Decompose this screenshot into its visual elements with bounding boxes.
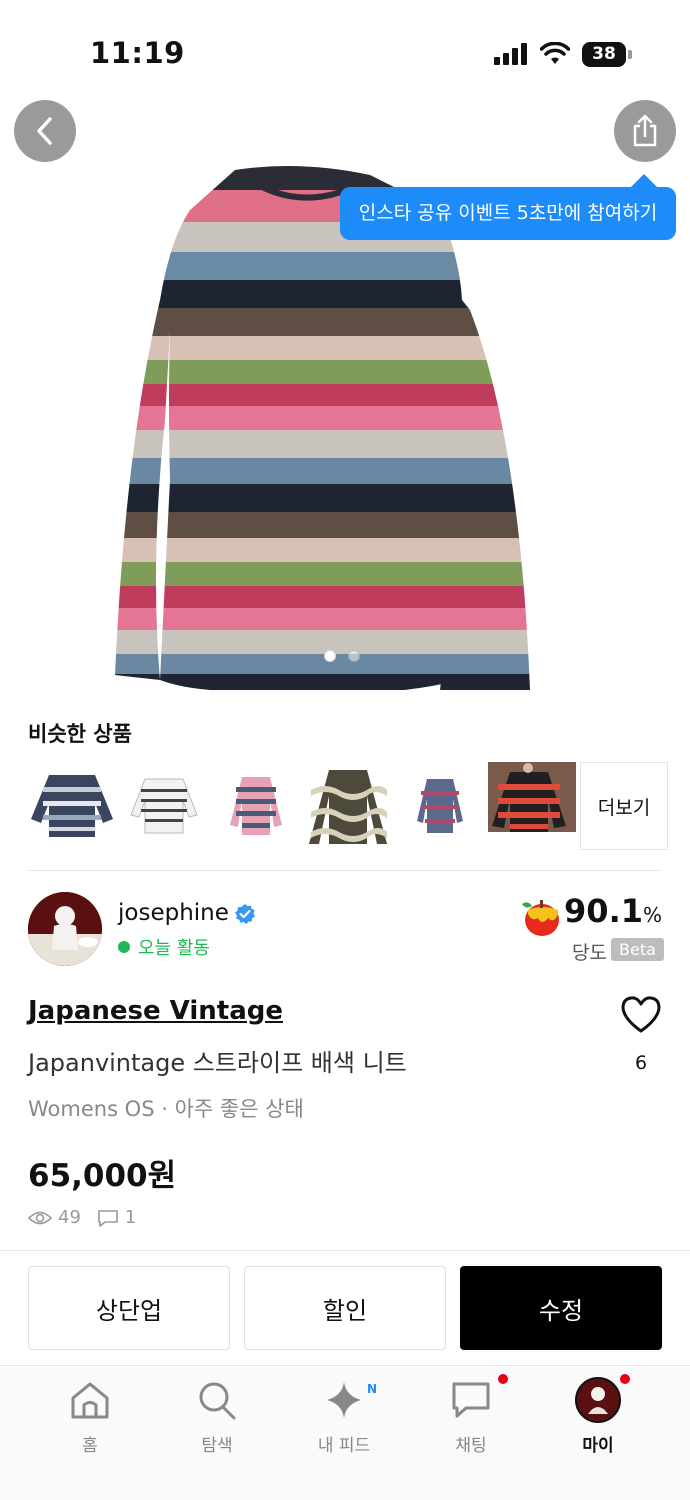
bump-button[interactable]: 상단업: [28, 1266, 230, 1350]
battery-tip: [628, 50, 632, 59]
rating-unit: %: [642, 903, 662, 927]
similar-item-image: [417, 779, 463, 833]
nav-chat-label: 채팅: [455, 1436, 487, 1456]
nav-explore-label: 탐색: [201, 1436, 233, 1456]
tooltip-tail: [630, 174, 658, 188]
back-arrow-icon: [37, 117, 52, 145]
status-time: 11:19: [90, 36, 185, 70]
feed-new-badge: N: [367, 1382, 378, 1396]
status-bar: 11:19 38: [0, 0, 690, 110]
view-count: 49: [58, 1207, 81, 1228]
discount-button[interactable]: 할인: [244, 1266, 446, 1350]
more-similar-button[interactable]: 더보기: [580, 762, 668, 850]
similar-item-image: [488, 762, 576, 850]
product-name: Japanvintage 스트라이프 배색 니트: [28, 1049, 407, 1077]
comment-count: 1: [124, 1207, 137, 1228]
sparkle-icon: [327, 1382, 361, 1418]
nav-feed[interactable]: N 내 피드: [294, 1380, 394, 1456]
divider: [0, 1250, 690, 1251]
apple-icon: [522, 900, 559, 936]
share-button[interactable]: [614, 100, 676, 162]
page-dot-active[interactable]: [324, 650, 336, 662]
rating-label: 당도: [572, 942, 607, 964]
chat-icon: [452, 1382, 490, 1418]
divider: [28, 870, 662, 871]
nav-feed-label: 내 피드: [317, 1436, 371, 1456]
back-button[interactable]: [14, 100, 76, 162]
search-icon: [199, 1382, 236, 1420]
chat-notification-dot: [498, 1374, 508, 1384]
similar-item-image: [309, 770, 387, 844]
seller-avatar[interactable]: [28, 892, 102, 966]
edit-button[interactable]: 수정: [460, 1266, 662, 1350]
my-notification-dot: [620, 1374, 630, 1384]
brand-link[interactable]: Japanese Vintage: [28, 996, 283, 1026]
similar-item[interactable]: [488, 762, 576, 850]
active-dot: [118, 941, 130, 953]
similar-items-title: 비슷한 상품: [28, 722, 132, 746]
action-bar: 상단업 할인 수정: [28, 1266, 662, 1350]
similar-item[interactable]: [212, 762, 300, 850]
beta-badge: Beta: [611, 938, 664, 961]
product-price: 65,000원: [28, 1158, 177, 1194]
seller-name[interactable]: josephine: [118, 900, 229, 926]
similar-items-row: 더보기: [28, 762, 668, 850]
battery-icon: 38: [582, 42, 626, 67]
nav-my-label: 마이: [582, 1436, 614, 1456]
similar-item[interactable]: [120, 762, 208, 850]
seller-rating: 90.1%: [564, 892, 662, 930]
eye-icon: [28, 1211, 52, 1224]
heart-icon[interactable]: [620, 995, 662, 1035]
page-dot[interactable]: [348, 650, 360, 662]
similar-item-image: [230, 777, 282, 835]
image-pagination: [324, 650, 360, 662]
similar-item[interactable]: [28, 762, 116, 850]
avatar-image: [28, 892, 102, 966]
verified-icon: [235, 904, 255, 924]
nav-home[interactable]: 홈: [40, 1380, 140, 1456]
bottom-navigation: 홈 탐색 N 내 피드 채팅 마이: [0, 1365, 690, 1500]
similar-item-image: [31, 775, 113, 837]
product-meta: Womens OS · 아주 좋은 상태: [28, 1097, 304, 1121]
nav-chat[interactable]: 채팅: [421, 1374, 521, 1456]
like-count: 6: [635, 1052, 648, 1074]
share-icon: [633, 114, 657, 147]
wifi-icon: [540, 42, 570, 64]
rating-value: 90.1: [564, 892, 643, 930]
nav-home-label: 홈: [82, 1436, 98, 1456]
profile-icon: [575, 1377, 621, 1423]
similar-item[interactable]: [304, 762, 392, 850]
nav-my[interactable]: 마이: [548, 1374, 648, 1456]
home-icon: [71, 1382, 109, 1419]
similar-item-image: [130, 778, 198, 834]
signal-icon: [494, 43, 530, 65]
share-event-tooltip[interactable]: 인스타 공유 이벤트 5초만에 참여하기: [340, 187, 676, 240]
nav-explore[interactable]: 탐색: [167, 1380, 267, 1456]
similar-item[interactable]: [396, 762, 484, 850]
activity-label: 오늘 활동: [138, 938, 210, 959]
product-stats: 49 1: [28, 1207, 136, 1228]
seller-activity-status: 오늘 활동: [118, 934, 210, 960]
comment-icon: [98, 1209, 118, 1227]
